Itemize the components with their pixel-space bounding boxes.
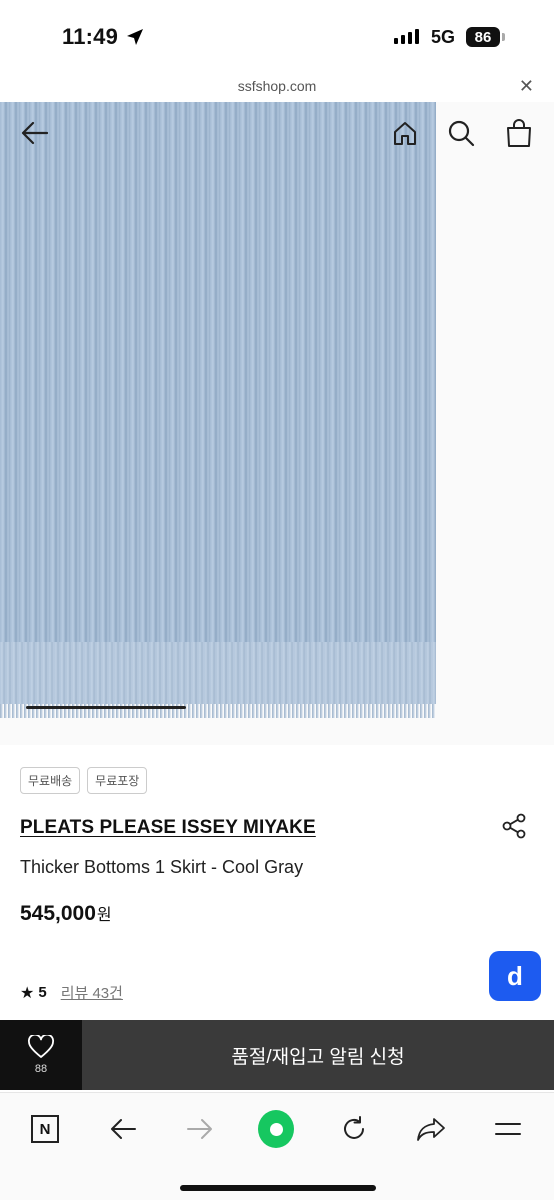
heart-icon [28, 1035, 54, 1058]
status-bar: 11:49 5G 86 [0, 0, 554, 72]
close-icon[interactable]: ✕ [519, 76, 534, 97]
menu-icon[interactable] [490, 1111, 526, 1147]
url-text[interactable]: ssfshop.com [0, 78, 554, 94]
browser-toolbar: N [0, 1092, 554, 1200]
product-image[interactable] [0, 102, 554, 745]
share-arrow-icon[interactable] [413, 1111, 449, 1147]
rating-value: 5 [38, 984, 47, 1001]
green-dot-icon [258, 1110, 294, 1148]
shopping-bag-icon[interactable] [504, 118, 534, 148]
floating-action-button[interactable]: d [489, 951, 541, 1001]
back-arrow-icon[interactable] [20, 118, 50, 148]
badge-list: 무료배송 무료포장 [20, 767, 148, 794]
price-unit: 원 [96, 907, 112, 924]
refresh-icon[interactable] [336, 1111, 372, 1147]
naver-n-button[interactable]: N [27, 1111, 63, 1147]
forward-icon[interactable] [182, 1111, 218, 1147]
home-icon[interactable] [390, 118, 420, 148]
product-price: 545,000원 [20, 901, 112, 926]
star-icon: ★ [20, 984, 35, 1002]
skirt-hem [0, 642, 436, 712]
badge-free-shipping: 무료배송 [20, 767, 81, 794]
restock-alert-button[interactable]: 품절/재입고 알림 신청 [82, 1020, 554, 1090]
status-time: 11:49 [62, 24, 119, 49]
signal-icon [394, 29, 419, 44]
home-indicator[interactable] [180, 1185, 376, 1191]
share-icon[interactable] [500, 812, 528, 840]
price-value: 545,000 [20, 902, 96, 925]
review-link[interactable]: 리뷰 43건 [61, 982, 123, 1003]
image-page-indicator [26, 706, 186, 709]
badge-free-wrapping: 무료포장 [87, 767, 148, 794]
action-bar: 88 품절/재입고 알림 신청 [0, 1020, 554, 1090]
rating-row: ★ 5 리뷰 43건 [20, 982, 123, 1003]
skirt-photo [0, 102, 436, 712]
wish-count: 88 [34, 1063, 48, 1075]
wishlist-button[interactable]: 88 [0, 1020, 82, 1090]
product-name: Thicker Bottoms 1 Skirt - Cool Gray [20, 857, 304, 877]
green-dot-button[interactable] [258, 1110, 294, 1148]
back-icon[interactable] [105, 1111, 141, 1147]
network-label: 5G [431, 27, 456, 47]
battery-icon: 86 [466, 27, 500, 47]
n-label: N [31, 1115, 59, 1143]
url-bar[interactable]: ssfshop.com ✕ [0, 72, 554, 102]
location-arrow-icon [127, 29, 143, 45]
battery-tip [502, 33, 505, 41]
brand-link[interactable]: PLEATS PLEASE ISSEY MIYAKE [20, 817, 316, 839]
search-icon[interactable] [446, 118, 476, 148]
